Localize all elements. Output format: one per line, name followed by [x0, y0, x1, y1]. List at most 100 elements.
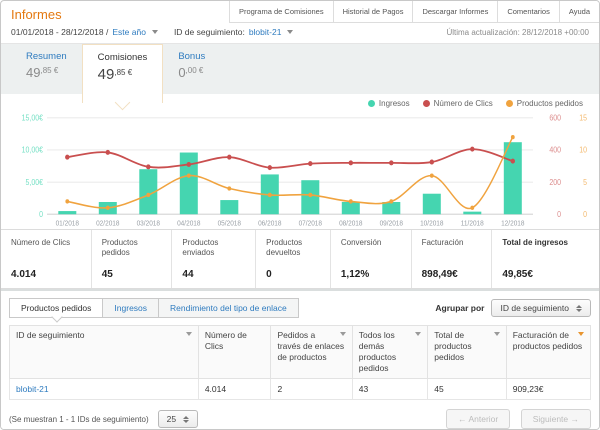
stat-productos-enviados: Productos enviados44	[171, 230, 255, 288]
comisiones-value: 49,85 €	[98, 66, 148, 83]
svg-text:11/2018: 11/2018	[461, 220, 484, 227]
pedidos-dot-icon	[506, 100, 513, 107]
table-footer: (Se muestran 1 - 1 IDs de seguimiento) 2…	[9, 400, 591, 430]
date-range: 01/01/2018 - 28/12/2018 /	[11, 27, 108, 37]
filters: 01/01/2018 - 28/12/2018 / Este año ID de…	[11, 27, 293, 37]
svg-text:10: 10	[579, 145, 587, 155]
svg-text:07/2018: 07/2018	[299, 220, 323, 227]
next-page-button[interactable]: Siguiente →	[521, 409, 591, 429]
nav-ayuda[interactable]: Ayuda	[559, 1, 599, 23]
group-by-label: Agrupar por	[435, 303, 484, 313]
sort-icon[interactable]	[186, 332, 192, 336]
chart-legend: Ingresos Número de Clics Productos pedid…	[368, 99, 583, 108]
cell-facturacion: 909,23€	[506, 379, 590, 400]
page-size-select[interactable]: 25	[158, 410, 198, 428]
col-total-productos[interactable]: Total de productos pedidos	[428, 326, 506, 379]
select-updown-icon	[183, 416, 189, 423]
svg-text:09/2018: 09/2018	[380, 220, 404, 227]
page-title: Informes	[1, 1, 62, 22]
resumen-value: 49,85 €	[26, 65, 67, 80]
svg-text:15,00€: 15,00€	[22, 113, 44, 123]
table-row: blobit-21 4.014 2 43 45 909,23€	[10, 379, 591, 400]
svg-text:12/2018: 12/2018	[501, 220, 525, 227]
tracking-id-label: ID de seguimiento:	[174, 27, 245, 37]
last-update: Última actualización: 28/12/2018 +00:00	[446, 28, 589, 37]
chart-panel: Ingresos Número de Clics Productos pedid…	[1, 94, 599, 229]
svg-text:02/2018: 02/2018	[96, 220, 120, 227]
svg-text:5: 5	[583, 178, 587, 188]
tracking-id-link[interactable]: blobit-21	[16, 384, 49, 394]
table-tab-ingresos[interactable]: Ingresos	[102, 298, 159, 318]
sort-icon[interactable]	[340, 332, 346, 336]
svg-text:06/2018: 06/2018	[258, 220, 282, 227]
cell-total-productos: 45	[428, 379, 506, 400]
svg-text:200: 200	[549, 178, 561, 188]
legend-ingresos[interactable]: Ingresos	[368, 99, 410, 108]
table-header-row: ID de seguimiento Número de Clics Pedido…	[10, 326, 591, 379]
svg-text:0: 0	[583, 210, 587, 220]
cell-pedidos-enlaces: 2	[271, 379, 352, 400]
col-facturacion[interactable]: Facturación de productos pedidos	[506, 326, 590, 379]
svg-text:10/2018: 10/2018	[420, 220, 444, 227]
svg-text:01/2018: 01/2018	[56, 220, 80, 227]
legend-productos-pedidos[interactable]: Productos pedidos	[506, 99, 583, 108]
tab-resumen[interactable]: Resumen 49,85 €	[11, 44, 82, 94]
col-id-seguimiento[interactable]: ID de seguimiento	[10, 326, 199, 379]
stat-total-de-ingresos: Total de ingresos49,85€	[491, 230, 599, 288]
tab-bonus[interactable]: Bonus 0,00 €	[163, 44, 220, 94]
svg-text:05/2018: 05/2018	[218, 220, 242, 227]
ingresos-dot-icon	[368, 100, 375, 107]
header: Informes Programa de Comisiones Historia…	[1, 1, 599, 23]
table-tabs-row: Productos pedidos Ingresos Rendimiento d…	[9, 298, 591, 318]
select-updown-icon	[576, 305, 582, 312]
legend-numero-de-clics[interactable]: Número de Clics	[423, 99, 493, 108]
top-nav: Programa de Comisiones Historial de Pago…	[229, 1, 599, 23]
svg-text:0: 0	[39, 210, 43, 220]
nav-comentarios[interactable]: Comentarios	[497, 1, 559, 23]
nav-descargar-informes[interactable]: Descargar Informes	[412, 1, 497, 23]
stat-facturacion: Facturación898,49€	[411, 230, 492, 288]
informes-app: Informes Programa de Comisiones Historia…	[0, 0, 600, 430]
table-tab-rendimiento-enlace[interactable]: Rendimiento del tipo de enlace	[158, 298, 299, 318]
table-tab-productos-pedidos[interactable]: Productos pedidos	[9, 298, 103, 318]
svg-text:04/2018: 04/2018	[177, 220, 201, 227]
svg-text:0: 0	[557, 210, 561, 220]
date-preset-dropdown[interactable]: Este año	[112, 27, 146, 37]
clics-dot-icon	[423, 100, 430, 107]
group-by: Agrupar por ID de seguimiento	[435, 299, 591, 317]
stat-productos-pedidos: Productos pedidos45	[91, 230, 172, 288]
col-numero-clics[interactable]: Número de Clics	[198, 326, 271, 379]
commissions-chart: 0 0 0 5,00€ 200 5 10,00€ 400 10 15,00€ 600 15 01/201…	[9, 111, 591, 229]
subheader: 01/01/2018 - 28/12/2018 / Este año ID de…	[1, 23, 599, 44]
tab-comisiones[interactable]: Comisiones 49,85 €	[82, 44, 164, 103]
svg-text:08/2018: 08/2018	[339, 220, 363, 227]
prev-page-button[interactable]: ← Anterior	[446, 409, 510, 429]
caret-down-icon	[152, 30, 158, 34]
showing-count: (Se muestran 1 - 1 IDs de seguimiento)	[9, 415, 149, 424]
cell-clics: 4.014	[198, 379, 271, 400]
svg-text:03/2018: 03/2018	[137, 220, 161, 227]
group-by-select[interactable]: ID de seguimiento	[491, 299, 591, 317]
stat-conversion: Conversión1,12%	[330, 230, 411, 288]
nav-programa-comisiones[interactable]: Programa de Comisiones	[229, 1, 333, 23]
cell-demas-productos: 43	[352, 379, 428, 400]
summary-tabs: Resumen 49,85 € Comisiones 49,85 € Bonus…	[1, 44, 599, 94]
sort-active-icon[interactable]	[578, 332, 584, 336]
svg-text:10,00€: 10,00€	[22, 145, 44, 155]
svg-text:600: 600	[549, 113, 561, 123]
col-pedidos-enlaces[interactable]: Pedidos a través de enlaces de productos	[271, 326, 352, 379]
svg-text:5,00€: 5,00€	[26, 178, 44, 188]
stat-numero-de-clics: Número de Clics4.014	[1, 230, 91, 288]
table-tabs: Productos pedidos Ingresos Rendimiento d…	[9, 298, 299, 318]
col-demas-productos[interactable]: Todos los demás productos pedidos	[352, 326, 428, 379]
tracking-id-dropdown[interactable]: blobit-21	[249, 27, 282, 37]
svg-text:400: 400	[549, 145, 561, 155]
nav-historial-pagos[interactable]: Historial de Pagos	[333, 1, 413, 23]
svg-text:15: 15	[579, 113, 587, 123]
caret-down-icon	[287, 30, 293, 34]
sort-icon[interactable]	[415, 332, 421, 336]
bonus-value: 0,00 €	[178, 65, 205, 80]
sort-icon[interactable]	[494, 332, 500, 336]
pagination: ← Anterior Siguiente →	[440, 409, 591, 429]
tracking-id-table: ID de seguimiento Número de Clics Pedido…	[9, 325, 591, 400]
